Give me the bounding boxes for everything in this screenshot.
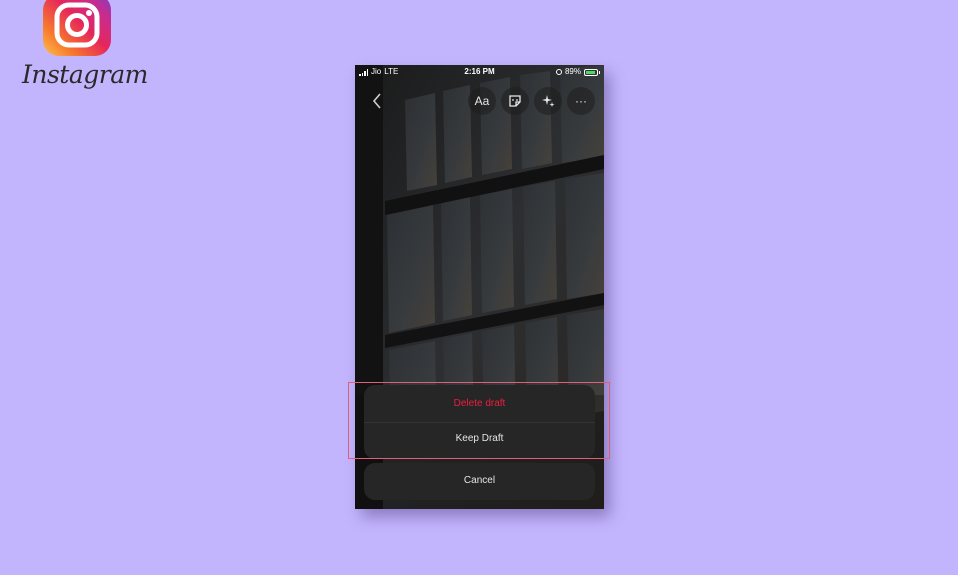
instagram-brand: Instagram — [22, 0, 148, 100]
cancel-button[interactable]: Cancel — [364, 475, 595, 486]
battery-icon — [584, 68, 600, 76]
text-tool-label: Aa — [474, 94, 490, 108]
effects-button[interactable] — [534, 87, 562, 115]
sticker-button[interactable] — [501, 87, 529, 115]
battery-percent: 89% — [564, 67, 581, 76]
orientation-lock-icon — [555, 69, 562, 75]
instagram-camera-icon — [43, 0, 111, 56]
highlight-box — [348, 382, 610, 459]
sticker-icon — [509, 95, 521, 107]
text-tool-button[interactable]: Aa — [468, 87, 496, 115]
chevron-left-icon — [372, 93, 381, 109]
sparkles-icon — [542, 95, 555, 107]
back-button[interactable] — [367, 87, 387, 115]
cancel-sheet: Cancel — [364, 463, 595, 500]
instagram-wordmark: Instagram — [22, 60, 148, 89]
more-options-icon: ··· — [575, 94, 587, 108]
status-bar: Jio LTE 2:16 PM 89% — [355, 65, 604, 79]
more-options-button[interactable]: ··· — [567, 87, 595, 115]
